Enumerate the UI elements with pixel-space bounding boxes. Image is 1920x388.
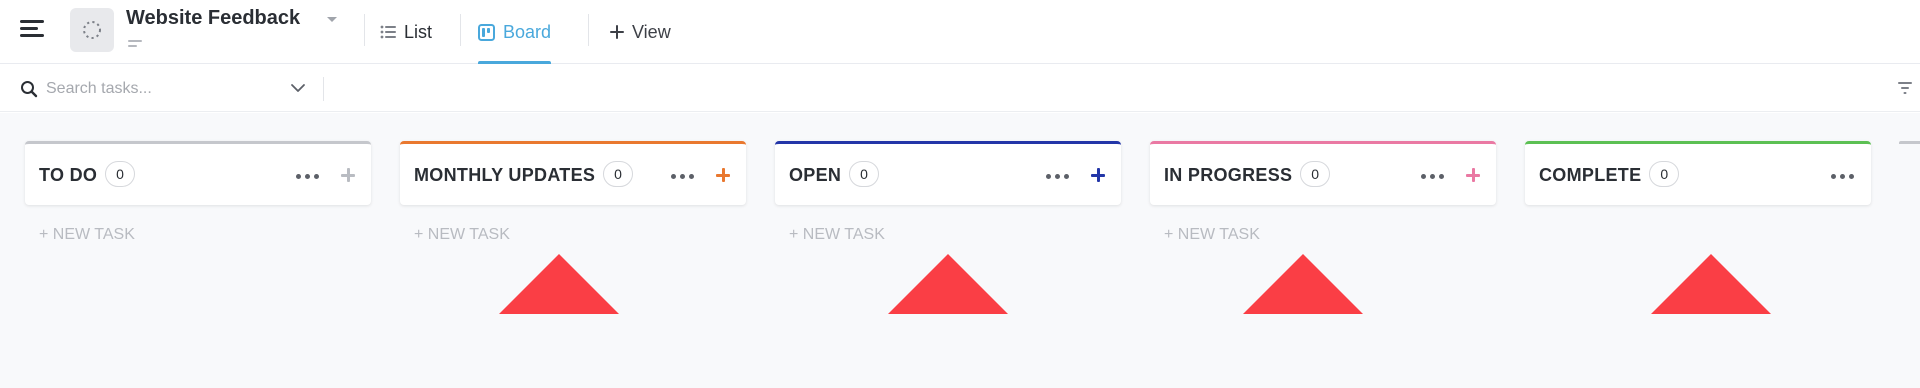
column-header[interactable]: MONTHLY UPDATES 0: [400, 141, 746, 205]
annotation-arrow: [1651, 254, 1771, 314]
list-icon: [380, 25, 396, 39]
add-task-icon[interactable]: [339, 166, 357, 184]
new-task-button[interactable]: + NEW TASK: [39, 226, 135, 244]
header-divider: [460, 14, 461, 46]
column-title: IN PROGRESS 0: [1164, 161, 1331, 189]
add-task-icon[interactable]: [714, 166, 732, 184]
column-header[interactable]: COMPLETE 0: [1525, 141, 1871, 205]
filter-icon[interactable]: [1898, 82, 1912, 94]
more-options-icon[interactable]: [1831, 174, 1855, 180]
list-avatar[interactable]: [70, 8, 114, 52]
column-title: TO DO 0: [39, 161, 136, 189]
annotation-arrow: [499, 254, 619, 314]
page-title[interactable]: Website Feedback: [126, 7, 300, 30]
more-options-icon[interactable]: [296, 174, 320, 180]
new-task-button[interactable]: + NEW TASK: [414, 226, 510, 244]
search-icon: [21, 81, 38, 98]
more-options-icon[interactable]: [671, 174, 695, 180]
more-options-icon[interactable]: [1046, 174, 1070, 180]
add-view-label: View: [632, 21, 671, 42]
new-task-button[interactable]: + NEW TASK: [1164, 226, 1260, 244]
chevron-down-icon[interactable]: [290, 80, 306, 96]
next-column-edge: [1899, 141, 1920, 144]
description-icon[interactable]: [128, 40, 142, 48]
add-task-icon[interactable]: [1089, 166, 1107, 184]
column-title: OPEN 0: [789, 161, 880, 189]
search-input[interactable]: [46, 76, 276, 102]
annotation-arrow: [1243, 254, 1363, 314]
tab-list[interactable]: List: [380, 0, 432, 64]
new-task-button[interactable]: + NEW TASK: [789, 226, 885, 244]
title-dropdown-icon[interactable]: [327, 17, 337, 22]
add-task-icon[interactable]: [1464, 166, 1482, 184]
task-count-badge: 0: [105, 161, 136, 187]
task-count-badge: 0: [603, 161, 634, 187]
task-count-badge: 0: [1300, 161, 1331, 187]
annotation-arrow: [888, 254, 1008, 314]
search-bar: [0, 64, 1920, 112]
column-title: COMPLETE 0: [1539, 161, 1680, 189]
more-options-icon[interactable]: [1421, 174, 1445, 180]
task-count-badge: 0: [1649, 161, 1680, 187]
menu-icon[interactable]: [20, 18, 46, 40]
board-icon: [478, 23, 495, 41]
top-header: Website Feedback List Board View: [0, 0, 1920, 64]
column-header[interactable]: OPEN 0: [775, 141, 1121, 205]
tab-board[interactable]: Board: [478, 0, 552, 64]
header-divider: [588, 14, 589, 46]
plus-icon: [610, 25, 624, 39]
tab-list-label: List: [404, 21, 433, 42]
search-divider: [323, 77, 324, 101]
header-divider: [364, 14, 365, 46]
column-title: MONTHLY UPDATES 0: [414, 161, 634, 189]
add-view-button[interactable]: View: [610, 0, 671, 64]
status-circle-icon: [83, 21, 101, 39]
column-header[interactable]: IN PROGRESS 0: [1150, 141, 1496, 205]
board: TO DO 0 + NEW TASK MONTHLY UPDATES 0 + NEW…: [0, 113, 1920, 388]
tab-board-label: Board: [503, 21, 552, 42]
task-count-badge: 0: [849, 161, 880, 187]
column-header[interactable]: TO DO 0: [25, 141, 371, 205]
